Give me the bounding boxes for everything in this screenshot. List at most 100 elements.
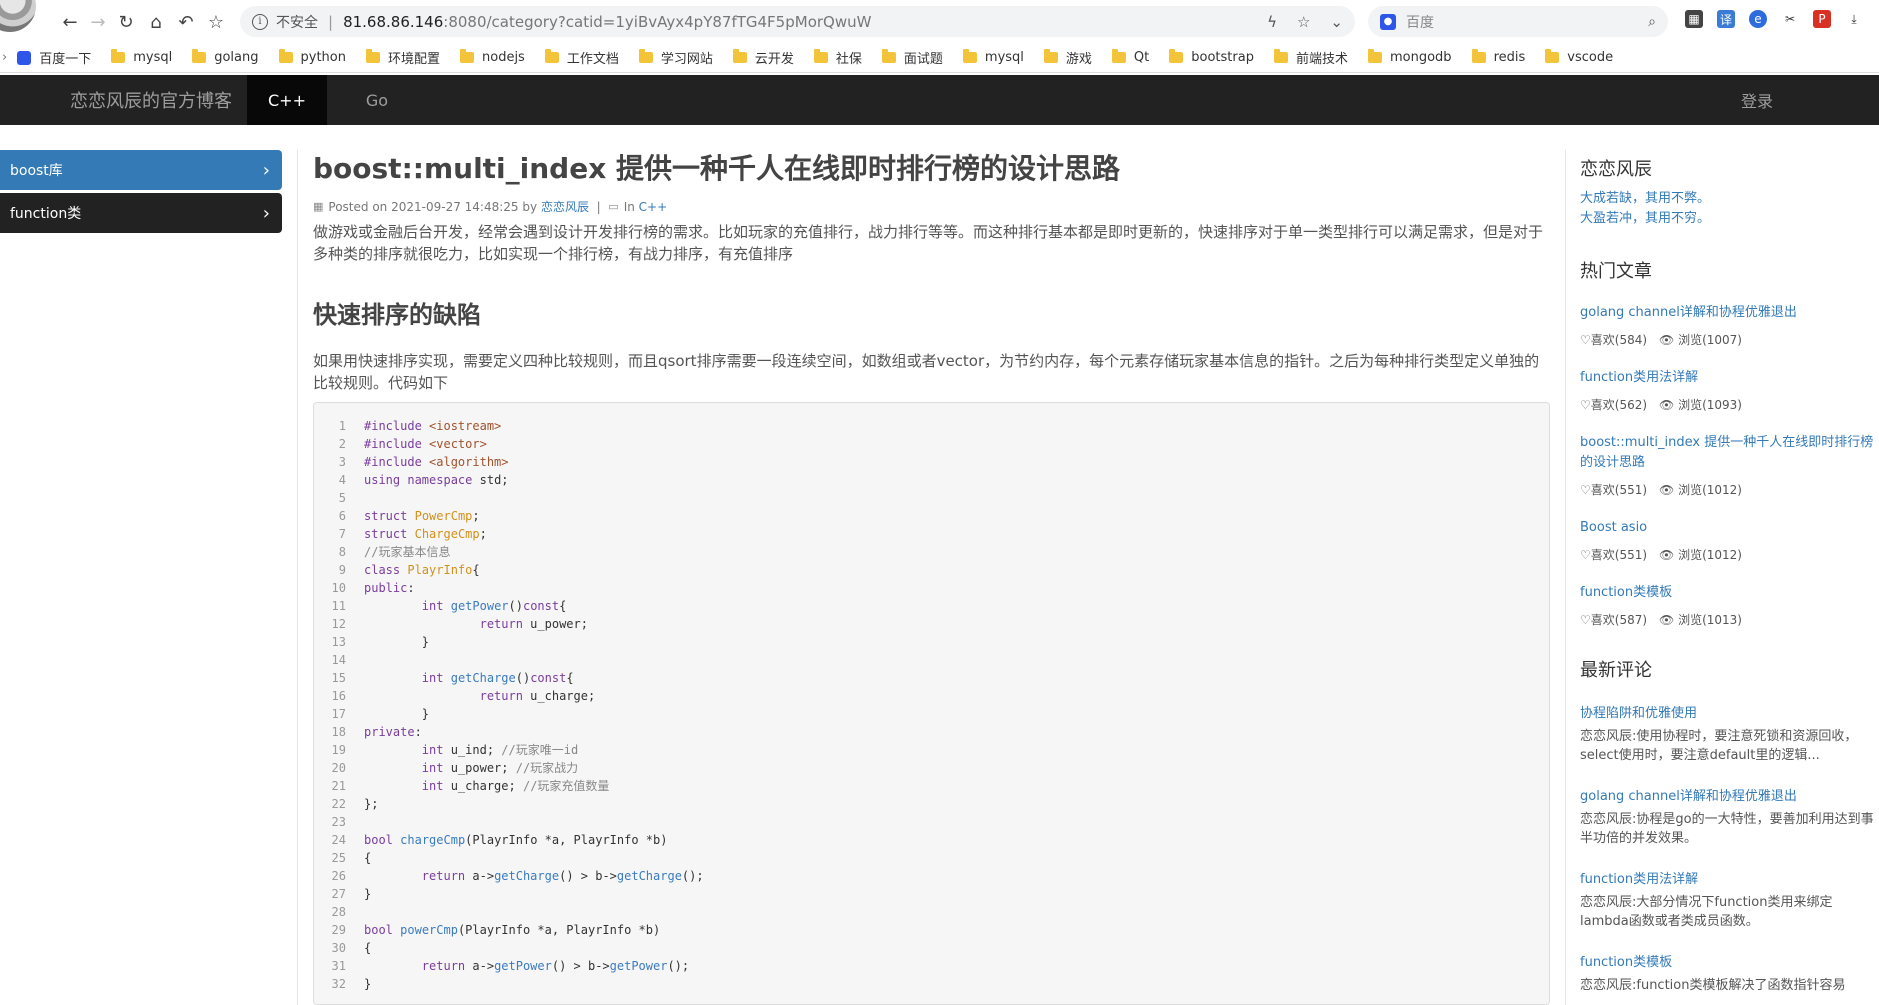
- code-text: return u_charge;: [479, 689, 596, 703]
- nav-tab-cpp[interactable]: C++: [247, 75, 327, 125]
- menu-item-function[interactable]: function类 ›: [0, 193, 282, 233]
- line-number: 3: [338, 455, 346, 469]
- folder-icon: [1111, 49, 1126, 63]
- bookmark-folder[interactable]: mysql: [962, 49, 1024, 65]
- bookmark-folder[interactable]: 云开发: [732, 48, 794, 67]
- author-link[interactable]: 恋恋风辰: [541, 198, 589, 215]
- site-brand[interactable]: 恋恋风辰的官方博客: [70, 87, 232, 113]
- bookmark-folder[interactable]: mongodb: [1367, 49, 1452, 65]
- bookmark-folder[interactable]: 工作文档: [544, 48, 619, 67]
- qr-icon[interactable]: ▦: [1685, 10, 1703, 28]
- profile-avatar[interactable]: [0, 0, 38, 34]
- hot-articles-list: golang channel详解和协程优雅退出 ♡喜欢(584) 👁 浏览(1007…: [1580, 303, 1879, 628]
- comment-article-link[interactable]: golang channel详解和协程优雅退出: [1580, 785, 1879, 804]
- menu-item-boost[interactable]: boost库 ›: [0, 150, 282, 190]
- bookmark-item[interactable]: 百度一下: [17, 48, 91, 67]
- bookmark-folder[interactable]: nodejs: [460, 49, 525, 65]
- hot-article-link[interactable]: Boost asio: [1580, 518, 1879, 538]
- bookmarks-bar: › 百度一下 mysql golang python 环境配置 nodejs 工…: [0, 43, 1879, 73]
- folder-icon: [365, 49, 380, 63]
- hot-article-stats: ♡喜欢(551) 👁 浏览(1012): [1580, 481, 1879, 498]
- folder-icon: [278, 49, 293, 63]
- comment-text: 恋恋风辰:协程是go的一大特性，要善加利用达到事半功倍的并发效果。: [1580, 812, 1874, 846]
- star-icon[interactable]: ☆: [204, 10, 228, 34]
- bookmark-label: mysql: [133, 50, 173, 65]
- line-number: 11: [331, 599, 346, 613]
- bookmark-label: 社保: [835, 52, 862, 67]
- code-line: 29 bool powerCmp(PlayrInfo *a, PlayrInfo …: [314, 921, 1549, 939]
- bookmark-folder[interactable]: 游戏: [1043, 48, 1092, 67]
- bookmarks-arrow-icon[interactable]: ›: [2, 50, 7, 65]
- code-block: 1 #include <iostream> 2 #include <vector> 3 #…: [313, 402, 1550, 1005]
- login-link[interactable]: 登录: [1741, 75, 1773, 125]
- info-icon[interactable]: i: [252, 13, 268, 30]
- line-number: 16: [331, 689, 346, 703]
- reload-icon[interactable]: ↻: [114, 10, 138, 34]
- hot-article-stats: ♡喜欢(562) 👁 浏览(1093): [1580, 396, 1879, 413]
- code-line: 13 }: [314, 633, 1549, 651]
- bookmark-folder[interactable]: bootstrap: [1169, 49, 1254, 65]
- bookmark-folder[interactable]: 环境配置: [365, 48, 440, 67]
- baidu-icon: [17, 50, 32, 65]
- chevron-right-icon: ›: [262, 202, 270, 224]
- extension-icon[interactable]: e: [1749, 10, 1767, 28]
- lightning-icon[interactable]: ϟ: [1267, 13, 1277, 31]
- category-link[interactable]: C++: [639, 200, 668, 214]
- bookmark-folder[interactable]: redis: [1471, 49, 1525, 65]
- bookmark-folder[interactable]: 面试题: [881, 48, 943, 67]
- code-text: }: [364, 887, 372, 901]
- line-number: 25: [331, 851, 346, 865]
- folder-icon: [111, 49, 126, 63]
- code-text: int getCharge()const{: [421, 671, 574, 685]
- comment-article-link[interactable]: 协程陷阱和优雅使用: [1580, 702, 1879, 721]
- bookmark-folder[interactable]: vscode: [1545, 49, 1614, 65]
- address-bar[interactable]: i 不安全 | 81.68.86.146 :8080/category?cati…: [240, 6, 1355, 37]
- bookmark-star-icon[interactable]: ☆: [1297, 13, 1310, 31]
- bookmark-folder[interactable]: python: [278, 49, 346, 65]
- hot-article-link[interactable]: function类用法详解: [1580, 368, 1879, 388]
- line-number: 19: [331, 743, 346, 757]
- bookmark-folder[interactable]: golang: [192, 49, 259, 65]
- nav-tab-go[interactable]: Go: [327, 75, 427, 125]
- bookmark-folder[interactable]: 学习网站: [638, 48, 713, 67]
- bookmark-folder[interactable]: mysql: [111, 49, 173, 65]
- translate-icon[interactable]: 译: [1717, 10, 1735, 28]
- bookmark-folder[interactable]: 社保: [813, 48, 862, 67]
- bookmark-folder[interactable]: 前端技术: [1273, 48, 1348, 67]
- divider: [1565, 150, 1566, 1005]
- code-text: //玩家基本信息: [364, 545, 451, 559]
- search-input[interactable]: ● 百度 ⌕: [1368, 6, 1668, 37]
- forward-icon[interactable]: →: [86, 10, 110, 34]
- search-icon[interactable]: ⌕: [1648, 14, 1656, 30]
- undo-icon[interactable]: ↶: [174, 10, 198, 34]
- bookmark-label: 工作文档: [566, 52, 619, 67]
- comment-item: golang channel详解和协程优雅退出恋恋风辰:协程是go的一大特性，要…: [1580, 785, 1879, 848]
- bookmark-label: vscode: [1567, 50, 1614, 65]
- menu-item-label: function类: [10, 206, 82, 222]
- line-number: 12: [331, 617, 346, 631]
- folder-icon: [1043, 49, 1058, 63]
- line-number: 9: [338, 563, 346, 577]
- home-icon[interactable]: ⌂: [144, 10, 168, 34]
- latest-comments-list: 协程陷阱和优雅使用 恋恋风辰:使用协程时，要注意死锁和资源回收，select使用时…: [1580, 702, 1879, 995]
- code-text: class PlayrInfo{: [364, 563, 480, 577]
- folder-icon: [460, 49, 474, 63]
- pdf-icon[interactable]: P: [1813, 10, 1831, 28]
- chevron-down-icon[interactable]: ⌄: [1330, 13, 1343, 31]
- latest-comments-heading: 最新评论: [1580, 660, 1652, 681]
- line-number: 14: [331, 653, 346, 667]
- scissors-icon[interactable]: ✂: [1781, 10, 1799, 28]
- hot-article-link[interactable]: golang channel详解和协程优雅退出: [1580, 303, 1879, 323]
- back-icon[interactable]: ←: [58, 10, 82, 34]
- code-line: 3 #include <algorithm>: [314, 453, 1549, 471]
- code-text: int u_charge; //玩家充值数量: [421, 779, 610, 793]
- comment-article-link[interactable]: function类模板: [1580, 951, 1879, 970]
- comment-article-link[interactable]: function类用法详解: [1580, 868, 1879, 887]
- hot-article-link[interactable]: boost::multi_index 提供一种千人在线即时排行榜的设计思路: [1580, 433, 1879, 473]
- hot-article-link[interactable]: function类模板: [1580, 583, 1879, 603]
- bookmark-folder[interactable]: Qt: [1111, 49, 1149, 65]
- hot-article-item: golang channel详解和协程优雅退出 ♡喜欢(584) 👁 浏览(1007…: [1580, 303, 1879, 348]
- line-number: 32: [331, 977, 346, 991]
- download-icon[interactable]: ⤓: [1845, 10, 1863, 28]
